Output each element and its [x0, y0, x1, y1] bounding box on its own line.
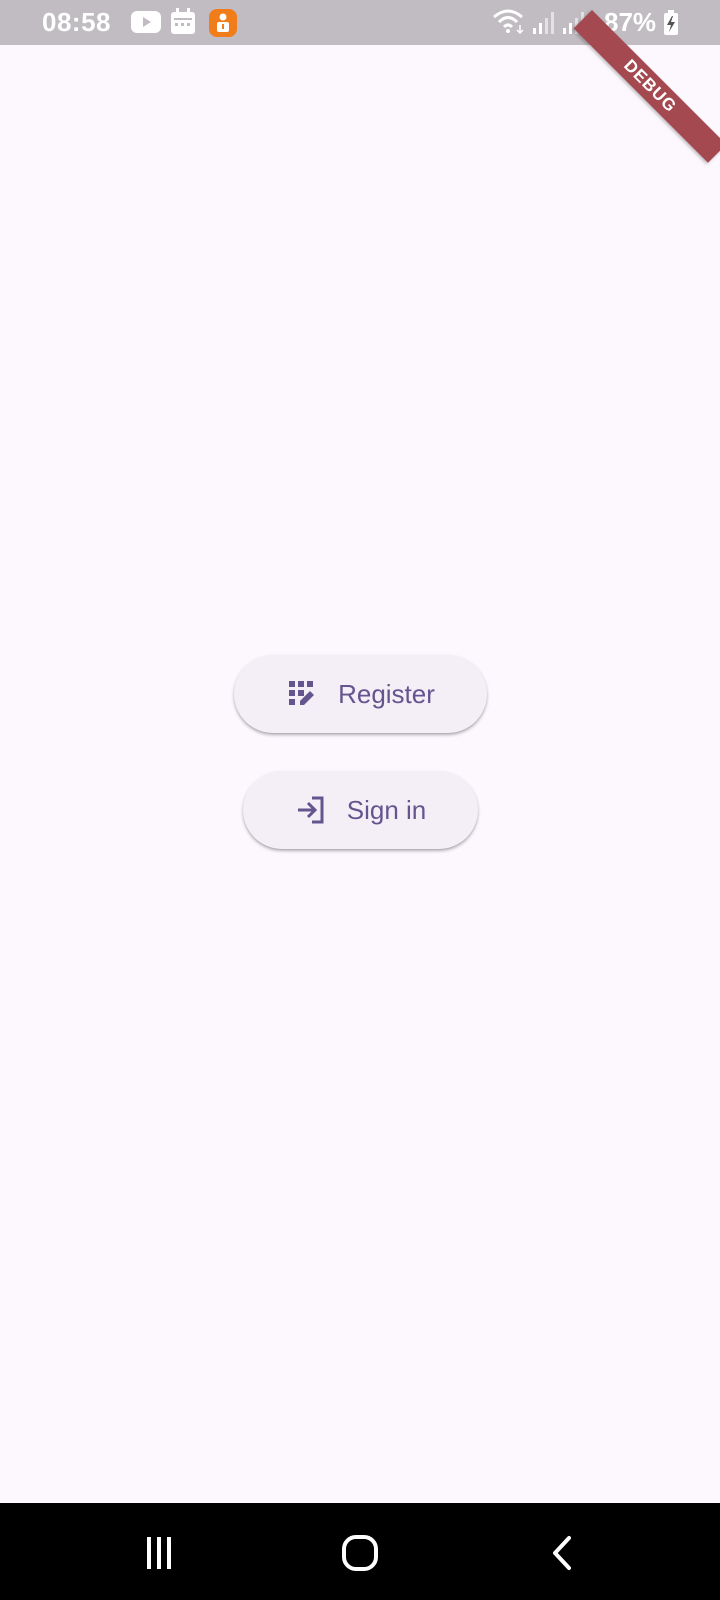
calendar-icon [171, 8, 195, 34]
signal-icon [533, 12, 554, 34]
navigation-bar [0, 1503, 720, 1600]
register-button[interactable]: Register [234, 655, 487, 733]
login-icon [297, 796, 324, 824]
back-icon [553, 1536, 571, 1570]
notification-app-icon [209, 9, 237, 37]
signin-button-label: Sign in [346, 794, 427, 825]
home-icon [342, 1535, 378, 1571]
register-button-label: Register [338, 678, 435, 709]
wifi-icon [493, 9, 524, 35]
recent-apps-button[interactable] [129, 1525, 189, 1581]
recent-apps-icon [147, 1537, 171, 1569]
signin-button[interactable]: Sign in [243, 771, 478, 849]
app-registration-icon [289, 681, 315, 705]
youtube-icon [131, 11, 161, 33]
home-button[interactable] [330, 1525, 390, 1581]
status-time: 08:58 [42, 7, 111, 37]
back-button[interactable] [533, 1525, 593, 1581]
battery-charging-icon [664, 10, 678, 35]
